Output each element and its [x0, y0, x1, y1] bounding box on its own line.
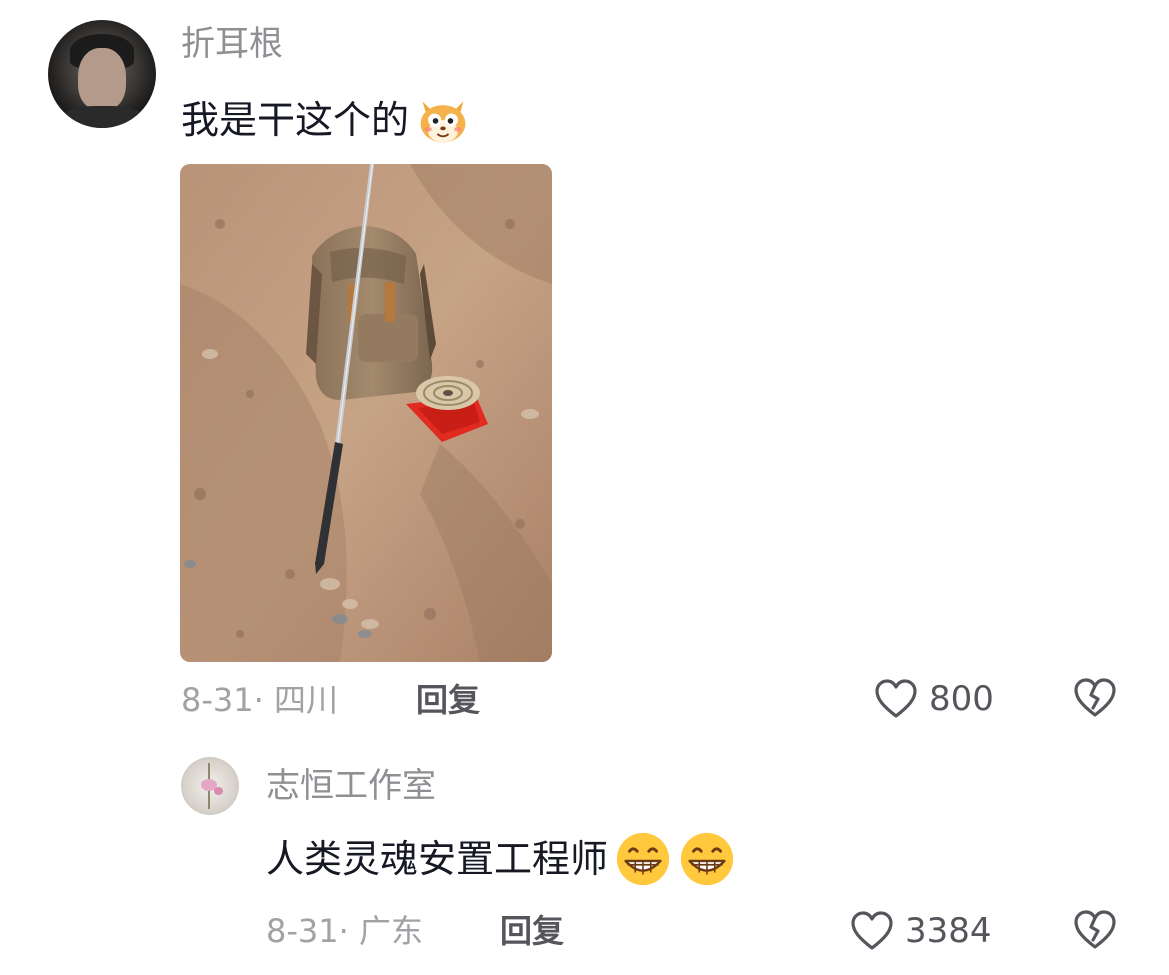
comment-photo-image	[180, 164, 552, 662]
comment-meta: 8-31· 四川	[181, 681, 338, 719]
broken-heart-icon	[1074, 678, 1116, 717]
broken-heart-icon	[1074, 910, 1116, 949]
reply-text-row: 人类灵魂安置工程师	[266, 830, 736, 888]
heart-icon	[851, 911, 893, 950]
comment-text-row: 我是干这个的	[181, 92, 471, 148]
reply-meta: 8-31· 广东	[266, 912, 423, 950]
reply-reply-button[interactable]: 回复	[500, 911, 564, 951]
commenter-avatar[interactable]	[48, 20, 156, 128]
reply-location: 广东	[358, 912, 423, 950]
reply-author-avatar[interactable]	[181, 757, 239, 815]
heart-icon	[875, 679, 917, 718]
comment-like-button[interactable]: 800	[873, 678, 994, 720]
reply-date: 8-31	[266, 912, 339, 950]
grinning-face-icon	[616, 832, 670, 886]
comment-dislike-button[interactable]	[1072, 677, 1118, 723]
reply-text: 人类灵魂安置工程师	[266, 837, 609, 881]
commenter-username[interactable]: 折耳根	[181, 24, 283, 64]
comment-photo[interactable]	[180, 164, 552, 662]
comment-location: 四川	[273, 681, 338, 719]
comment-like-count: 800	[929, 679, 994, 719]
grinning-face-icon	[680, 832, 734, 886]
comment-date: 8-31	[181, 681, 254, 719]
reply-like-button[interactable]: 3384	[849, 910, 992, 952]
reply-like-count: 3384	[905, 911, 992, 951]
fox-face-emoji-icon	[420, 101, 466, 143]
reply-dislike-button[interactable]	[1072, 909, 1118, 955]
comment-text: 我是干这个的	[181, 98, 410, 142]
comment-reply-button[interactable]: 回复	[416, 680, 480, 720]
reply-username[interactable]: 志恒工作室	[266, 766, 436, 806]
